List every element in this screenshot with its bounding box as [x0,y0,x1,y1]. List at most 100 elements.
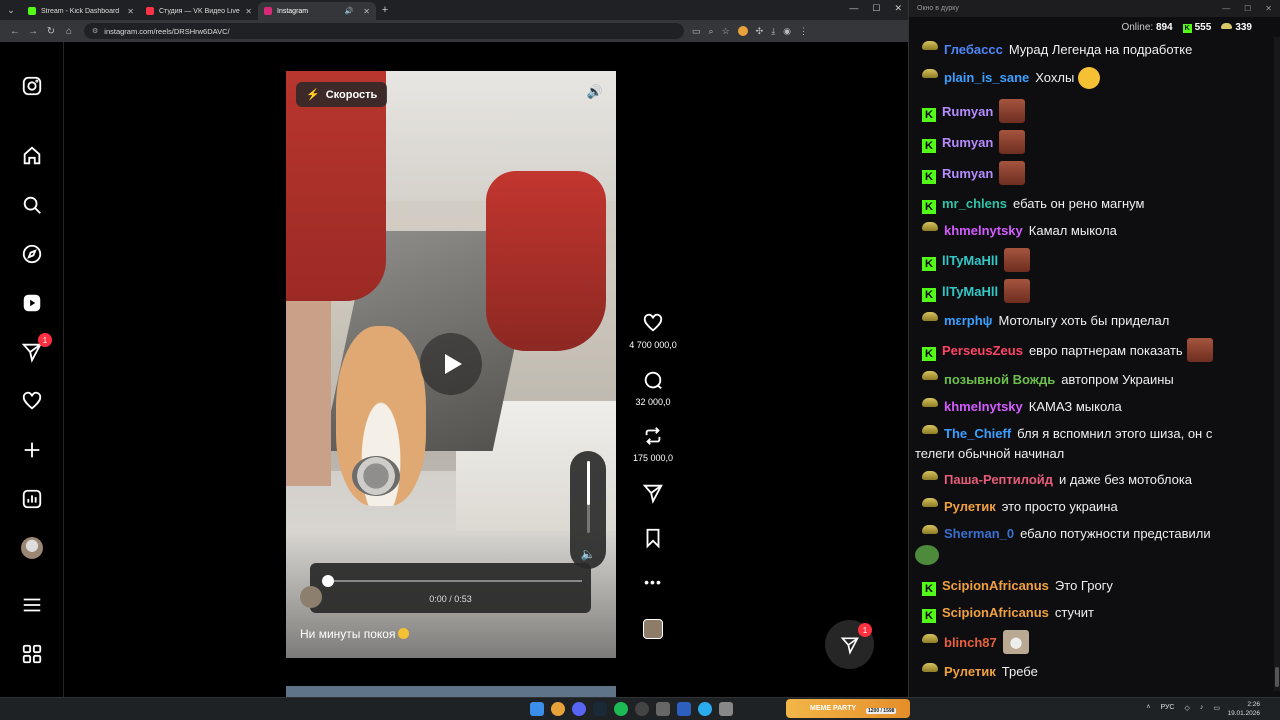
start-windows-icon[interactable] [530,702,544,716]
chat-username[interactable]: llTyMaHll [942,284,998,299]
close-tab-icon[interactable]: ✕ [127,7,134,16]
chat-username[interactable]: khmelnytsky [944,399,1023,414]
more-menu-icon[interactable] [20,593,44,617]
chrome-icon[interactable] [551,702,565,716]
seek-handle[interactable] [322,575,334,587]
next-reel-preview[interactable] [286,686,616,697]
new-tab-icon[interactable]: + [376,4,394,16]
volume-icon[interactable]: 🔊 [584,81,606,103]
more-options-icon[interactable]: ••• [620,574,686,590]
forward-icon[interactable]: → [24,26,42,37]
zoom-icon[interactable]: ⌕ [709,26,714,37]
chat-username[interactable]: Sherman_0 [944,526,1014,541]
maximize-icon[interactable]: ☐ [872,3,880,14]
chat-username[interactable]: mr_chlens [942,196,1007,211]
author-avatar[interactable] [300,586,322,608]
maximize-icon[interactable]: ☐ [1244,4,1251,13]
speed-button[interactable]: ⚡ Скорость [296,82,388,107]
close-window-icon[interactable]: ✕ [894,3,902,14]
volume-tray-icon[interactable]: ♪ [1200,704,1204,712]
chat-scrollbar[interactable] [1274,37,1280,691]
chat-username[interactable]: llTyMaHll [942,253,998,268]
obs-icon[interactable] [635,702,649,716]
tab-kick[interactable]: Stream - Kick Dashboard ✕ [22,2,140,20]
chat-username[interactable]: ScipionAfricanus [942,605,1049,620]
download-icon[interactable]: ⤓ [771,26,775,37]
create-plus-icon[interactable] [20,438,44,462]
puzzle-icon[interactable]: ✣ [756,26,764,37]
spotify-icon[interactable] [614,702,628,716]
tab-search-icon[interactable]: ⌄ [0,0,22,20]
volume-slider[interactable]: 🔈 [570,451,606,569]
play-button[interactable] [420,333,482,395]
chat-username[interactable]: plain_is_sane [944,70,1029,85]
chat-username[interactable]: khmelnytsky [944,223,1023,238]
discord-icon[interactable] [572,702,586,716]
instagram-logo-icon[interactable] [20,74,44,98]
direct-messages-icon[interactable]: 1 [20,333,52,364]
tab-vk[interactable]: Студия — VK Видео Live ✕ [140,2,258,20]
chat-username[interactable]: The_Chieff [944,426,1011,441]
tab-instagram[interactable]: Instagram 🔊 ✕ [258,2,376,20]
scroll-thumb[interactable] [1275,667,1279,687]
url-input[interactable]: ⚙ instagram.com/reels/DRSHrw6DAVC/ [84,23,684,39]
explore-compass-icon[interactable] [20,242,44,266]
audio-thumbnail[interactable] [620,619,686,639]
close-tab-icon[interactable]: ✕ [363,7,370,16]
app2-icon[interactable] [719,702,733,716]
network-icon[interactable]: ◇ [1184,704,1189,712]
clock[interactable]: 2:26 19.01.2026 [1227,700,1260,718]
chat-username[interactable]: Паша-Рептилойд [944,472,1053,487]
home-nav-icon[interactable] [20,144,44,168]
chat-username[interactable]: позывной Вождь [944,372,1055,387]
like-button[interactable]: 4 700 000,0 [620,312,686,350]
chat-username[interactable]: Рулетик [944,499,996,514]
share-button[interactable] [620,482,686,509]
save-button[interactable] [620,527,686,554]
chat-username[interactable]: mεrphψ [944,313,992,328]
chat-username[interactable]: PerseusZeus [942,343,1023,358]
extension-icon[interactable] [737,25,748,36]
home-icon[interactable]: ⌂ [60,26,78,37]
meme-party-widget[interactable]: MEME PARTY 1200 / 1598 [786,699,910,718]
search-nav-icon[interactable] [20,193,44,217]
close-window-icon[interactable]: ✕ [1265,4,1272,13]
chat-username[interactable]: blinch87 [944,635,997,650]
close-tab-icon[interactable]: ✕ [245,7,252,16]
notifications-heart-icon[interactable] [20,389,44,413]
seek-bar[interactable]: 0:00 / 0:53 [310,563,591,613]
also-from-meta-icon[interactable] [20,642,44,666]
minimize-icon[interactable]: — [849,3,858,14]
tab-audio-icon[interactable]: 🔊 [345,7,354,15]
repost-button[interactable]: 175 000,0 [620,425,686,463]
app-icon[interactable] [656,702,670,716]
dashboard-chart-icon[interactable] [20,487,44,511]
reels-nav-icon[interactable] [20,291,44,315]
speaker-icon[interactable]: 🔈 [570,547,606,561]
menu-icon[interactable]: ⋮ [799,26,808,37]
comment-button[interactable]: 32 000,0 [620,369,686,407]
cast-icon[interactable]: ▭ [692,26,701,37]
media-player-icon[interactable] [677,702,691,716]
site-info-icon[interactable]: ⚙ [92,27,98,35]
chat-username[interactable]: Глебассс [944,42,1003,57]
tray-chevron-icon[interactable]: ˄ [1146,704,1150,712]
reload-icon[interactable]: ↻ [42,26,60,37]
minimize-icon[interactable]: — [1222,4,1230,13]
chat-username[interactable]: Рулетик [944,664,996,679]
language-indicator[interactable]: РУС [1160,704,1174,712]
profile-icon[interactable]: ◉ [783,26,791,37]
chat-username[interactable]: Rumyan [942,104,993,119]
bookmark-star-icon[interactable]: ☆ [722,26,730,37]
reel-video[interactable]: ⚡ Скорость 🔊 🔈 0:00 / 0:53 Ни минуты пок… [286,71,616,658]
steam-icon[interactable] [593,702,607,716]
chat-username[interactable]: Rumyan [942,135,993,150]
telegram-icon[interactable] [698,702,712,716]
profile-avatar[interactable] [20,536,44,560]
back-icon[interactable]: ← [6,26,24,37]
messages-button[interactable]: 1 [825,620,874,669]
battery-icon[interactable]: ▭ [1213,704,1220,712]
chat-message: KllTyMaHll [915,248,1269,272]
chat-username[interactable]: Rumyan [942,166,993,181]
chat-username[interactable]: ScipionAfricanus [942,578,1049,593]
